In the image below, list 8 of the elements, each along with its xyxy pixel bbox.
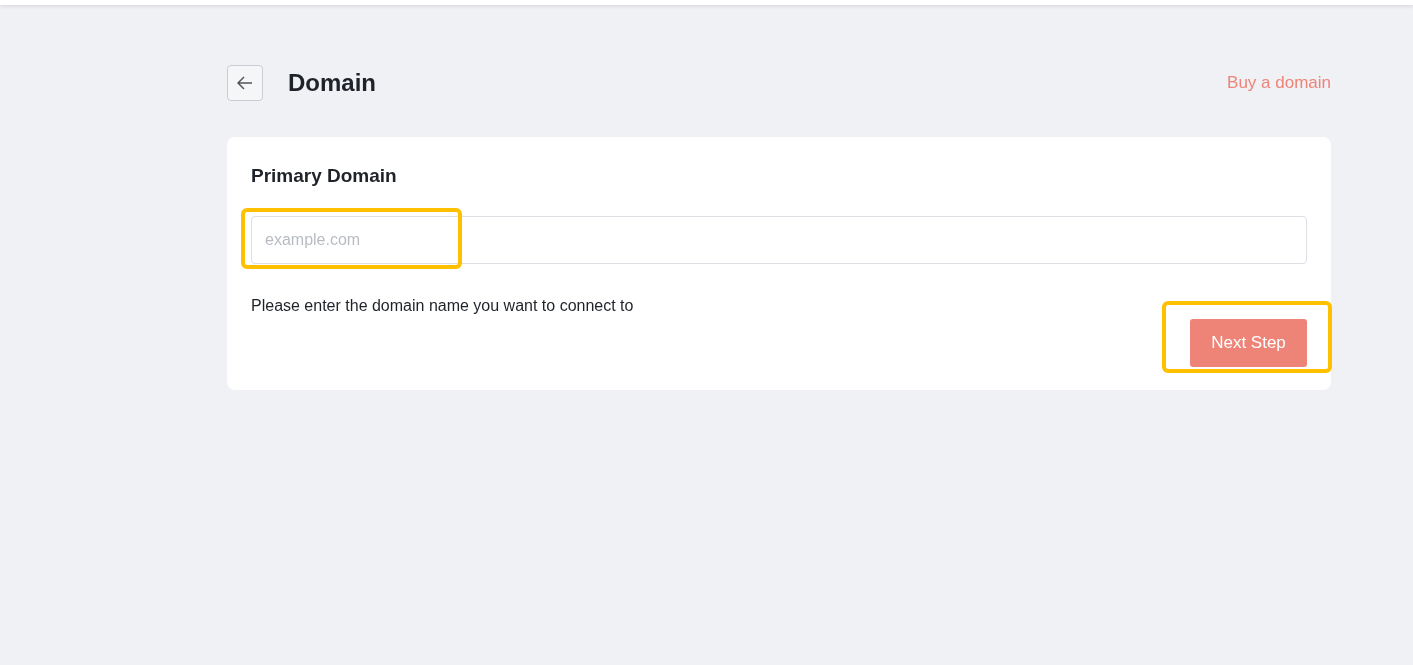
section-title: Primary Domain [251, 165, 398, 187]
back-arrow-icon [237, 76, 253, 90]
domain-input-field[interactable]: example.com [251, 216, 1307, 264]
page-title: Domain [288, 69, 376, 97]
buy-domain-link[interactable]: Buy a domain [1227, 73, 1331, 93]
next-step-button[interactable]: Next Step [1190, 319, 1307, 367]
hint-text: Please enter the domain name you want to connect to [251, 297, 635, 315]
back-button[interactable] [227, 65, 263, 101]
